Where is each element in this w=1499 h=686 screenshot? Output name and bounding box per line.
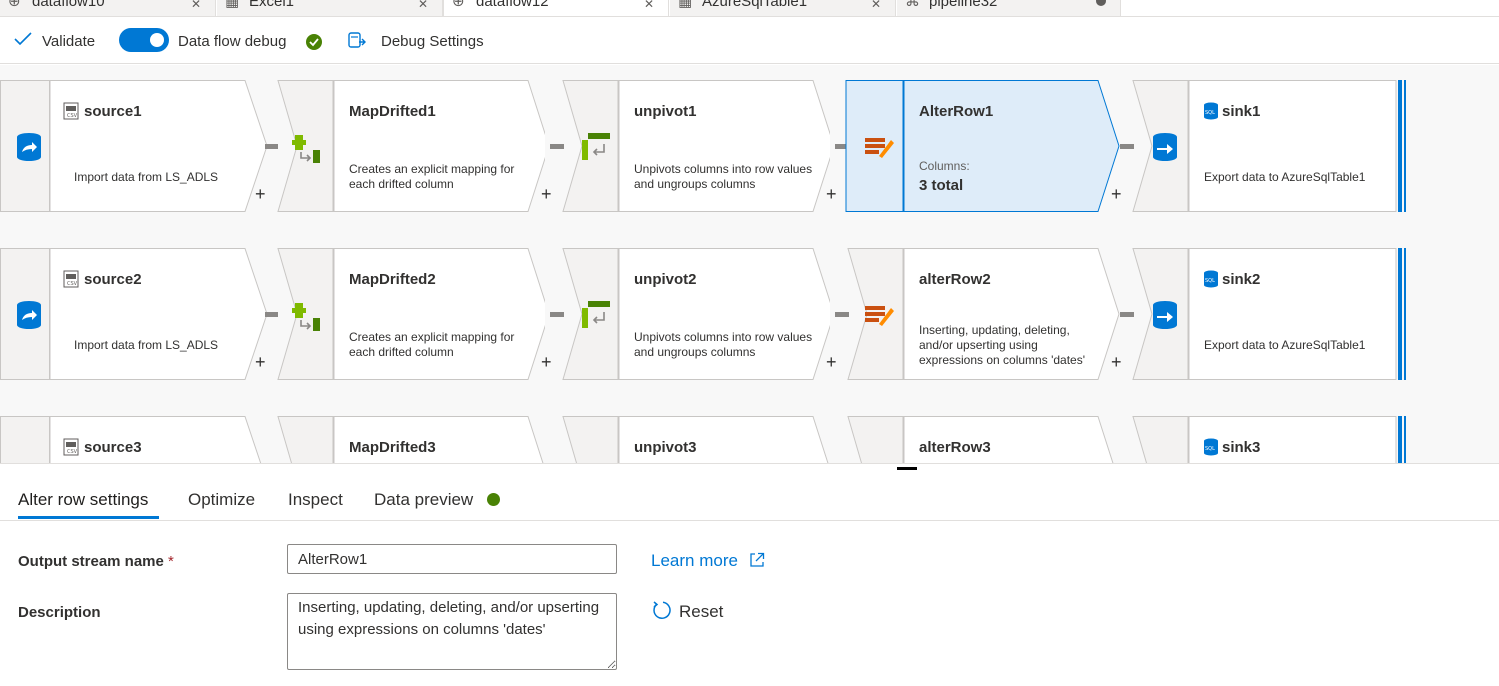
divider bbox=[0, 520, 1499, 521]
sink-end-bar bbox=[1404, 416, 1406, 463]
close-icon[interactable]: ✕ bbox=[871, 0, 881, 12]
sql-database-icon: SQL bbox=[1204, 270, 1218, 288]
tab-excel1[interactable]: ▦ Excel1 ✕ bbox=[217, 0, 443, 16]
description-label: Description bbox=[18, 604, 101, 621]
svg-text:SQL: SQL bbox=[1205, 446, 1215, 452]
unpivot-icon bbox=[582, 133, 610, 160]
sink-end-bar bbox=[1404, 80, 1406, 212]
node-mapdrifted2[interactable]: MapDrifted2 Creates an explicit mapping … bbox=[275, 248, 552, 380]
svg-text:SQL: SQL bbox=[1205, 278, 1215, 284]
tab-optimize[interactable]: Optimize bbox=[188, 490, 255, 510]
stream-row-2: CSV source2 Import data from LS_ADLS + M… bbox=[0, 248, 1499, 380]
panel-splitter[interactable] bbox=[0, 463, 1499, 470]
node-source1[interactable]: CSV source1 Import data from LS_ADLS + bbox=[0, 80, 270, 212]
tab-azuresqltable1[interactable]: ▦ AzureSqlTable1 ✕ bbox=[670, 0, 896, 16]
sink-end-bar bbox=[1404, 248, 1406, 380]
node-sink2[interactable]: SQL sink2 Export data to AzureSqlTable1 bbox=[1130, 248, 1406, 380]
learn-more-link[interactable]: Learn more bbox=[651, 550, 765, 571]
debug-ready-icon bbox=[306, 34, 322, 50]
node-alterrow3[interactable]: alterRow3 bbox=[845, 416, 1115, 463]
derived-column-icon bbox=[292, 303, 320, 331]
derived-column-icon bbox=[292, 135, 320, 163]
table-icon: ▦ bbox=[225, 0, 240, 10]
dataflow-icon: ⊕ bbox=[452, 0, 465, 10]
data-flow-canvas[interactable]: CSV source1 Import data from LS_ADLS + M… bbox=[0, 65, 1499, 463]
source-database-icon bbox=[17, 301, 41, 329]
unpivot-icon bbox=[582, 301, 610, 328]
csv-file-icon: CSV bbox=[63, 102, 79, 120]
description-textarea[interactable]: Inserting, updating, deleting, and/or up… bbox=[287, 593, 617, 670]
document-tab-bar: ⊕ dataflow10 ✕ ▦ Excel1 ✕ ⊕ dataflow12 ✕ ▦ A… bbox=[0, 0, 1499, 17]
tab-dataflow10[interactable]: ⊕ dataflow10 ✕ bbox=[0, 0, 216, 16]
add-transformation-button[interactable]: + bbox=[826, 185, 837, 203]
settings-panel: Alter row settings Optimize Inspect Data… bbox=[0, 470, 1499, 686]
svg-text:CSV: CSV bbox=[67, 281, 78, 287]
node-sink3[interactable]: SQL sink3 bbox=[1130, 416, 1406, 463]
node-mapdrifted1[interactable]: MapDrifted1 Creates an explicit mapping … bbox=[275, 80, 552, 212]
data-preview-status-icon bbox=[487, 493, 500, 506]
tab-inspect[interactable]: Inspect bbox=[288, 490, 343, 510]
stream-row-3: CSV source3 MapDrifted3 unpivot3 alterRo bbox=[0, 416, 1499, 463]
add-transformation-button[interactable]: + bbox=[1111, 353, 1122, 371]
node-unpivot1[interactable]: unpivot1 Unpivots columns into row value… bbox=[560, 80, 837, 212]
sink-database-icon bbox=[1153, 133, 1177, 161]
add-transformation-button[interactable]: + bbox=[255, 185, 266, 203]
sink-end-bar bbox=[1398, 248, 1402, 380]
sink-database-icon bbox=[1153, 301, 1177, 329]
pipeline-icon: ⌘ bbox=[905, 0, 920, 10]
node-alterrow1-selected[interactable]: AlterRow1 Columns: 3 total + bbox=[845, 80, 1122, 212]
checkmark-icon bbox=[14, 32, 32, 46]
reset-icon bbox=[653, 601, 671, 619]
add-transformation-button[interactable]: + bbox=[255, 353, 266, 371]
table-icon: ▦ bbox=[678, 0, 693, 10]
tab-dataflow12[interactable]: ⊕ dataflow12 ✕ bbox=[443, 0, 669, 16]
validate-button[interactable]: Validate bbox=[42, 30, 95, 54]
node-unpivot3[interactable]: unpivot3 bbox=[560, 416, 830, 463]
node-mapdrifted3[interactable]: MapDrifted3 bbox=[275, 416, 545, 463]
tab-alter-row-settings[interactable]: Alter row settings bbox=[18, 490, 148, 510]
stream-row-1: CSV source1 Import data from LS_ADLS + M… bbox=[0, 80, 1499, 212]
svg-text:CSV: CSV bbox=[67, 113, 78, 119]
add-transformation-button[interactable]: + bbox=[541, 353, 552, 371]
output-stream-name-label: Output stream name * bbox=[18, 553, 174, 570]
node-sink1[interactable]: SQL sink1 Export data to AzureSqlTable1 bbox=[1130, 80, 1406, 212]
toolbar: Validate Data flow debug Debug Settings bbox=[0, 18, 1499, 64]
external-link-icon bbox=[750, 552, 764, 567]
alter-row-icon bbox=[865, 306, 894, 326]
data-flow-debug-label: Data flow debug bbox=[178, 33, 287, 50]
sink-end-bar bbox=[1398, 416, 1402, 463]
add-transformation-button[interactable]: + bbox=[826, 353, 837, 371]
debug-settings-icon bbox=[348, 32, 366, 48]
unsaved-dot-icon bbox=[1096, 0, 1106, 6]
close-icon[interactable]: ✕ bbox=[644, 0, 654, 12]
svg-text:SQL: SQL bbox=[1205, 110, 1215, 116]
debug-settings-button[interactable]: Debug Settings bbox=[381, 30, 484, 54]
close-icon[interactable]: ✕ bbox=[191, 0, 201, 12]
dataflow-icon: ⊕ bbox=[8, 0, 21, 10]
tab-data-preview[interactable]: Data preview bbox=[374, 490, 473, 510]
node-unpivot2[interactable]: unpivot2 Unpivots columns into row value… bbox=[560, 248, 837, 380]
add-transformation-button[interactable]: + bbox=[1111, 185, 1122, 203]
csv-file-icon: CSV bbox=[63, 270, 79, 288]
node-source2[interactable]: CSV source2 Import data from LS_ADLS + bbox=[0, 248, 270, 380]
csv-file-icon: CSV bbox=[63, 438, 79, 456]
reset-button[interactable]: Reset bbox=[651, 597, 723, 622]
node-alterrow2[interactable]: alterRow2 Inserting, updating, deleting,… bbox=[845, 248, 1122, 380]
sql-database-icon: SQL bbox=[1204, 102, 1218, 120]
svg-text:CSV: CSV bbox=[67, 449, 78, 455]
source-database-icon bbox=[17, 133, 41, 161]
output-stream-name-input[interactable] bbox=[287, 544, 617, 574]
toggle-knob bbox=[150, 33, 164, 47]
active-tab-indicator bbox=[18, 516, 159, 519]
tab-pipeline32[interactable]: ⌘ pipeline32 bbox=[897, 0, 1121, 16]
alter-row-icon bbox=[865, 138, 894, 158]
sink-end-bar bbox=[1398, 80, 1402, 212]
close-icon[interactable]: ✕ bbox=[418, 0, 428, 12]
sql-database-icon: SQL bbox=[1204, 438, 1218, 456]
add-transformation-button[interactable]: + bbox=[541, 185, 552, 203]
node-source3[interactable]: CSV source3 bbox=[0, 416, 270, 463]
data-flow-debug-toggle[interactable] bbox=[119, 28, 169, 52]
